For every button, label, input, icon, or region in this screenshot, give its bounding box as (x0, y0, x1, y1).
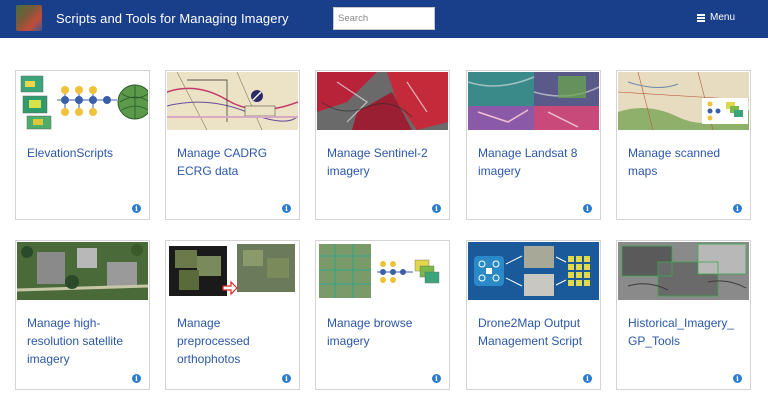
historical-imagery-thumbnail (618, 242, 749, 300)
top-navigation-bar: Scripts and Tools for Managing Imagery M… (0, 0, 768, 38)
card-drone2map-output-management[interactable]: Drone2Map Output Management Script i (466, 240, 601, 390)
card-title[interactable]: Drone2Map Output Management Script (478, 314, 596, 350)
card-manage-cadrg-ecrg[interactable]: Manage CADRG ECRG data i (165, 70, 300, 220)
app-logo-icon[interactable] (16, 5, 42, 31)
browse-imagery-thumbnail (317, 242, 448, 300)
hamburger-icon (697, 13, 705, 22)
info-icon[interactable]: i (733, 204, 742, 213)
info-icon[interactable]: i (583, 204, 592, 213)
card-manage-landsat-8[interactable]: Manage Landsat 8 imagery i (466, 70, 601, 220)
info-icon[interactable]: i (282, 204, 291, 213)
info-icon[interactable]: i (132, 374, 141, 383)
menu-button[interactable]: Menu (697, 12, 735, 23)
red-terrain-thumbnail (317, 72, 448, 130)
card-title[interactable]: Manage scanned maps (628, 144, 746, 180)
card-manage-high-resolution-satellite[interactable]: Manage high-resolution satellite imagery… (15, 240, 150, 390)
orthophoto-tiles-thumbnail (167, 242, 298, 300)
card-title[interactable]: Manage CADRG ECRG data (177, 144, 295, 180)
drone-workflow-thumbnail (468, 242, 599, 300)
info-icon[interactable]: i (132, 204, 141, 213)
aeronautical-chart-thumbnail (167, 72, 298, 130)
scanned-map-thumbnail (618, 72, 749, 130)
card-title[interactable]: Manage Landsat 8 imagery (478, 144, 596, 180)
card-historical-imagery-gp-tools[interactable]: Historical_Imagery_ GP_Tools i (616, 240, 751, 390)
info-icon[interactable]: i (583, 374, 592, 383)
info-icon[interactable]: i (282, 374, 291, 383)
card-title[interactable]: Manage high-resolution satellite imagery (27, 314, 145, 368)
elevation-workflow-thumbnail (17, 72, 148, 130)
info-icon[interactable]: i (733, 374, 742, 383)
card-manage-scanned-maps[interactable]: Manage scanned maps i (616, 70, 751, 220)
card-title[interactable]: Manage browse imagery (327, 314, 445, 350)
satellite-aerial-thumbnail (17, 242, 148, 300)
card-title[interactable]: ElevationScripts (27, 144, 145, 162)
menu-label: Menu (710, 12, 736, 23)
card-title[interactable]: Manage Sentinel-2 imagery (327, 144, 445, 180)
card-manage-browse-imagery[interactable]: Manage browse imagery i (315, 240, 450, 390)
card-title[interactable]: Manage preprocessed orthophotos (177, 314, 295, 368)
landsat-mosaic-thumbnail (468, 72, 599, 130)
app-title[interactable]: Scripts and Tools for Managing Imagery (56, 11, 289, 26)
card-title[interactable]: Historical_Imagery_ GP_Tools (628, 314, 746, 350)
info-icon[interactable]: i (432, 204, 441, 213)
search-input[interactable] (333, 7, 435, 30)
info-icon[interactable]: i (432, 374, 441, 383)
card-elevation-scripts[interactable]: ElevationScripts i (15, 70, 150, 220)
card-manage-preprocessed-orthophotos[interactable]: Manage preprocessed orthophotos i (165, 240, 300, 390)
card-manage-sentinel-2[interactable]: Manage Sentinel-2 imagery i (315, 70, 450, 220)
